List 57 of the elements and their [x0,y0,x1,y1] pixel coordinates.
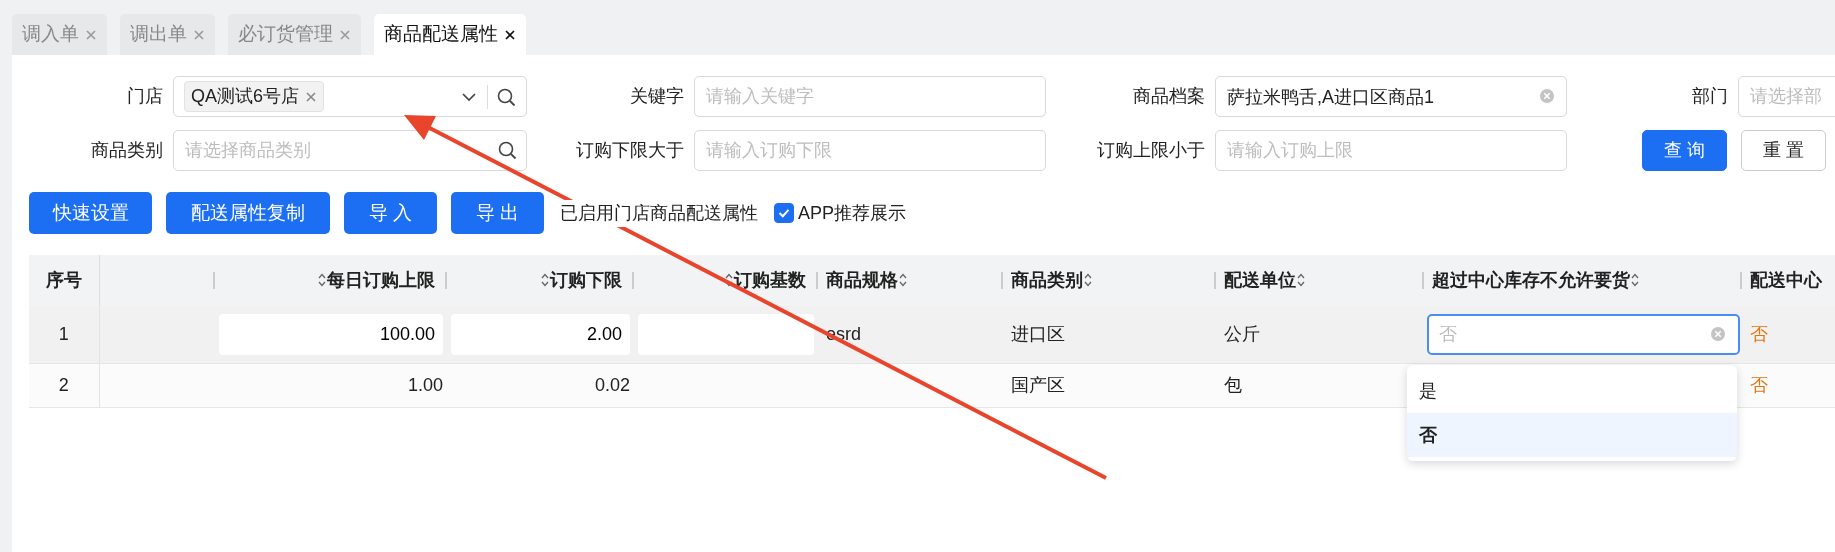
input-field[interactable]: 请选择商品类别 [173,130,527,171]
field-label: 订购下限大于 [575,139,685,162]
field-label: 商品类别 [90,139,164,162]
field-label: 门店 [126,85,164,108]
input-field[interactable]: 请选择部 [1738,76,1835,117]
table-cell: 1.00 [407,374,443,395]
status-text: 已启用门店商品配送属性 [558,199,760,227]
sort-icon[interactable] [317,272,327,288]
action-button[interactable]: 导 出 [451,192,544,234]
table-cell: 否 [1750,374,1768,395]
table-cell: 公斤 [1224,323,1260,344]
sort-icon[interactable] [1296,272,1306,288]
sort-icon[interactable] [898,272,908,288]
table-cell: 1 [58,323,69,344]
check-icon [777,206,791,220]
field-label: 关键字 [629,85,685,108]
column-header[interactable]: 配送单位 [1224,270,1296,290]
input-field[interactable]: 请输入订购下限 [694,130,1046,171]
sort-icon[interactable] [1630,272,1640,288]
number-field[interactable]: 100.00 [219,313,443,355]
action-button[interactable]: 配送属性复制 [166,192,330,234]
sort-icon[interactable] [724,272,734,288]
field-label: 订购上限小于 [1096,139,1206,162]
checkbox-label: APP推荐展示 [798,201,907,225]
column-header[interactable]: 订购基数 [734,270,806,290]
input-field[interactable]: 请输入关键字 [694,76,1046,117]
close-icon[interactable] [504,28,516,41]
checkbox[interactable] [774,203,794,223]
number-field[interactable]: 2.00 [451,313,630,355]
reset-button[interactable]: 重 置 [1741,130,1826,171]
table-cell: 进口区 [1011,323,1065,344]
sort-icon[interactable] [540,272,550,288]
dropdown-option[interactable]: 否 [1407,413,1737,457]
table-cell: 2 [58,374,69,395]
number-field[interactable] [638,313,814,355]
tag: QA测试6号店 [184,81,325,112]
field-label: 商品档案 [1132,85,1206,108]
sort-icon[interactable] [1083,272,1093,288]
column-header[interactable]: 商品类别 [1011,270,1083,290]
input-field[interactable]: 请输入订购上限 [1215,130,1567,171]
search-icon[interactable] [496,86,516,107]
column-header[interactable]: 每日订购上限 [327,270,435,290]
query-button[interactable]: 查 询 [1642,130,1727,171]
table-cell: 国产区 [1011,374,1065,395]
column-header[interactable]: 商品规格 [826,270,898,290]
store-select[interactable]: QA测试6号店 [173,76,527,117]
table-cell: 包 [1224,374,1242,395]
column-header[interactable]: 订购下限 [550,270,622,290]
field-label: 部门 [1691,85,1729,108]
table-cell: 否 [1750,323,1768,344]
table-cell: 0.02 [594,374,630,395]
action-button[interactable]: 导 入 [344,192,437,234]
action-button[interactable]: 快速设置 [29,192,152,234]
tab[interactable]: 商品配送属性 [374,14,526,55]
input-field[interactable]: 萨拉米鸭舌,A进口区商品1 [1215,76,1567,117]
search-icon[interactable] [497,140,517,160]
dropdown-option[interactable]: 是 [1407,369,1737,413]
